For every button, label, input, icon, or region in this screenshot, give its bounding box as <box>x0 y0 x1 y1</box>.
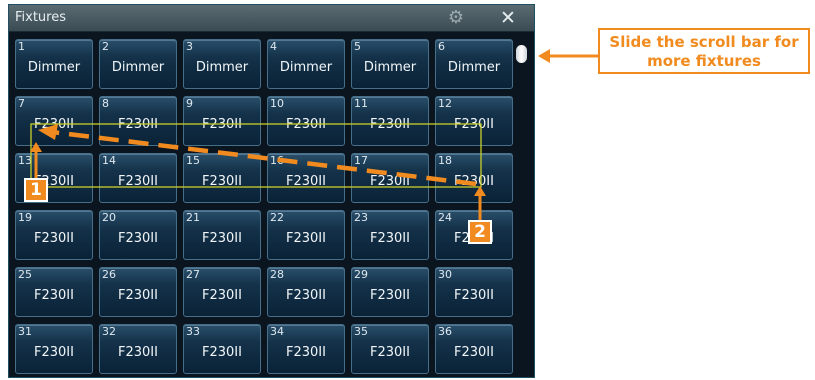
step-badge-1: 1 <box>24 178 48 202</box>
step-badge-2: 2 <box>468 220 492 244</box>
drag-path <box>51 129 477 187</box>
drag-arrowhead <box>38 124 58 140</box>
scroll-hint-callout: Slide the scroll bar for more fixtures <box>598 28 810 74</box>
step1-arrowhead <box>30 142 42 152</box>
callout-arrowhead <box>538 49 550 63</box>
